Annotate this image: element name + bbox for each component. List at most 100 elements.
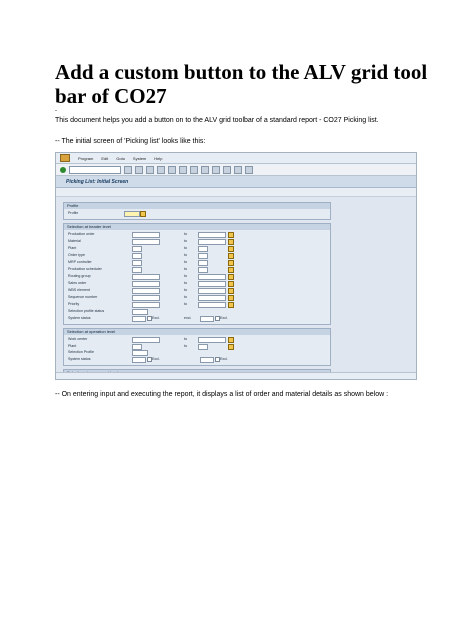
- header-field-row: WBS element to: [68, 288, 326, 294]
- menu-system: System: [132, 155, 147, 161]
- profile-label: Profile: [68, 211, 79, 215]
- field-low-input: [132, 302, 160, 308]
- field-label: Plant: [68, 343, 77, 348]
- field-low-input: [132, 281, 160, 287]
- excl-status-input: [200, 356, 214, 363]
- field-label: WBS element: [68, 288, 90, 292]
- to-label: to: [184, 253, 187, 257]
- to-label: to: [184, 246, 187, 250]
- multiple-selection-icon: [228, 239, 234, 245]
- header-field-row: Material to: [68, 239, 326, 245]
- to-label: to: [184, 343, 187, 348]
- field-low-input: [132, 309, 148, 315]
- to-label: to: [184, 239, 187, 243]
- field-low-input: [132, 288, 160, 294]
- multiple-selection-icon: [228, 260, 234, 266]
- profile-group: Profile Profile: [63, 202, 331, 220]
- field-low-input: [132, 239, 160, 245]
- header-field-row: Production order to: [68, 232, 326, 238]
- header-field-row: Order type to: [68, 253, 326, 259]
- prev-page-icon: [212, 165, 220, 174]
- field-high-input: [198, 302, 226, 308]
- header-field-row: Sales order to: [68, 281, 326, 287]
- header-group-header: Selection at header level: [64, 224, 330, 230]
- header-field-row: MRP controller to: [68, 260, 326, 266]
- field-low-input: [132, 267, 142, 273]
- first-page-icon: [201, 165, 209, 174]
- to-label: to: [184, 288, 187, 292]
- operation-field-row: Plant to: [68, 343, 326, 350]
- field-high-input: [198, 337, 226, 343]
- field-label: System status: [68, 316, 91, 320]
- multiple-selection-icon: [228, 274, 234, 280]
- multiple-selection-icon: [228, 253, 234, 259]
- sap-screenshot: Program Edit Goto System Help Picking Li…: [55, 152, 417, 380]
- operation-field-row: System status Excl. Excl.: [68, 356, 326, 363]
- to-label: to: [184, 281, 187, 285]
- field-high-input: [198, 253, 208, 259]
- cancel-icon: [157, 165, 165, 174]
- profile-group-header: Profile: [64, 203, 330, 209]
- screen-title: Picking List: Initial Screen: [56, 176, 416, 188]
- excl-label-2: Excl.: [220, 356, 228, 361]
- menu-edit: Edit: [101, 155, 109, 161]
- header-field-row: Priority to: [68, 302, 326, 308]
- field-high-input: [198, 232, 226, 238]
- field-low-input: [132, 343, 142, 350]
- sap-toolbar: [56, 164, 416, 176]
- field-label: Plant: [68, 246, 77, 250]
- excl-label: Excl.: [152, 356, 160, 361]
- header-field-row: System status Excl. excl. Excl.: [68, 316, 326, 322]
- operation-field-row: Selection Profile: [68, 350, 326, 356]
- print-icon: [168, 165, 176, 174]
- profile-matchcode-icon: [140, 211, 146, 217]
- field-high-input: [198, 274, 226, 280]
- field-label: Order type: [68, 253, 85, 257]
- field-low-input: [132, 232, 160, 238]
- application-toolbar: [56, 188, 416, 197]
- field-high-input: [198, 281, 226, 287]
- field-low-input: [132, 337, 160, 343]
- multiple-selection-icon: [228, 288, 234, 294]
- field-label: Priority: [68, 302, 80, 306]
- field-label: Production order: [68, 232, 95, 236]
- separator-dash: -: [55, 108, 57, 114]
- selection-profile-input: [132, 350, 148, 356]
- header-selection-group: Selection at header level Production ord…: [63, 223, 331, 325]
- back-icon: [135, 165, 143, 174]
- field-high-input: [198, 288, 226, 294]
- help-icon: [245, 165, 253, 174]
- multiple-selection-icon: [228, 295, 234, 301]
- document-title: Add a custom button to the ALV grid tool…: [55, 60, 428, 108]
- excl-label-2: Excl.: [220, 316, 228, 320]
- menu-goto: Goto: [116, 155, 125, 161]
- header-field-row: Production scheduler to: [68, 267, 326, 273]
- multiple-selection-icon: [228, 302, 234, 308]
- status-input: [132, 356, 146, 363]
- to-label: to: [184, 267, 187, 271]
- status-input: [132, 316, 146, 322]
- header-field-row: Selection profile status: [68, 309, 326, 315]
- menu-help: Help: [154, 155, 163, 161]
- multiple-selection-icon: [228, 343, 234, 350]
- excl-status-input: [200, 316, 214, 322]
- field-low-input: [132, 246, 142, 252]
- menu-program: Program: [78, 155, 94, 161]
- field-low-input: [132, 253, 142, 259]
- multiple-selection-icon: [228, 232, 234, 238]
- enter-icon: [60, 166, 66, 173]
- exit-icon: [146, 165, 154, 174]
- command-field: [69, 165, 121, 174]
- status-bar: [56, 372, 416, 379]
- to-label: to: [184, 260, 187, 264]
- field-high-input: [198, 343, 208, 350]
- field-high-input: [198, 260, 208, 266]
- find-next-icon: [190, 165, 198, 174]
- field-label: Sales order: [68, 281, 87, 285]
- multiple-selection-icon: [228, 337, 234, 343]
- initial-screen-caption: -- The initial screen of 'Picking list' …: [55, 138, 206, 145]
- to-label: to: [184, 232, 187, 236]
- next-page-icon: [223, 165, 231, 174]
- field-low-input: [132, 260, 142, 266]
- header-field-row: Plant to: [68, 246, 326, 252]
